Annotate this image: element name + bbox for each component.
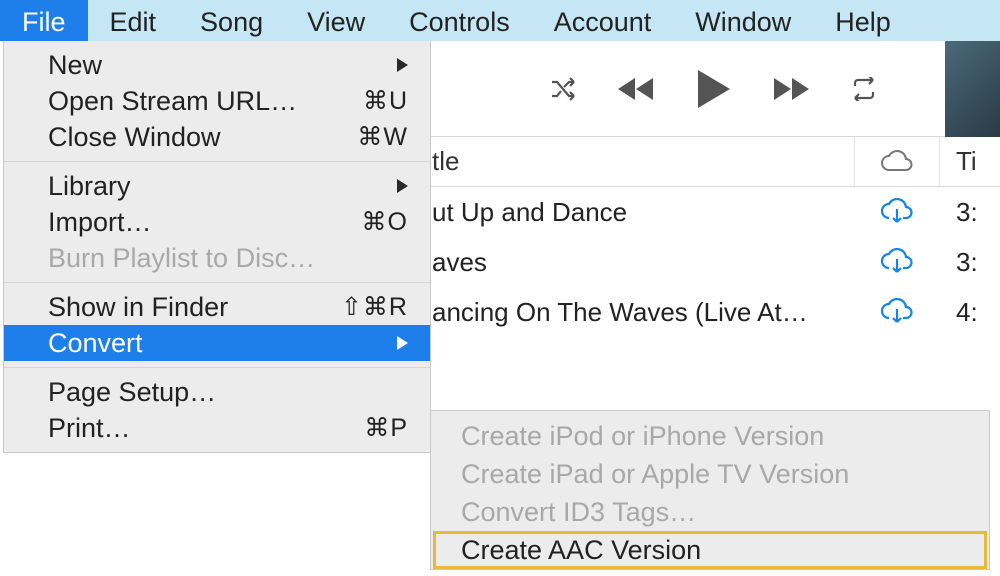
menu-item-show-finder[interactable]: Show in Finder ⇧⌘R bbox=[4, 289, 430, 325]
menu-window[interactable]: Window bbox=[673, 0, 813, 41]
player-controls bbox=[428, 41, 1000, 137]
row-time: 4: bbox=[940, 297, 1000, 328]
menu-item-label: Show in Finder bbox=[48, 292, 228, 323]
menu-item-label: Print… bbox=[48, 413, 131, 444]
row-time: 3: bbox=[940, 247, 1000, 278]
column-cloud[interactable] bbox=[854, 137, 940, 186]
table-row[interactable]: aves 3: bbox=[428, 237, 1000, 287]
menu-item-label: Create AAC Version bbox=[461, 535, 701, 566]
shuffle-icon[interactable] bbox=[550, 77, 578, 101]
shortcut: ⌘P bbox=[338, 413, 408, 443]
menu-item-close-window[interactable]: Close Window ⌘W bbox=[4, 119, 430, 155]
menu-item-label: Burn Playlist to Disc… bbox=[48, 243, 315, 274]
cloud-download-icon[interactable] bbox=[854, 298, 940, 326]
menu-item-label: Library bbox=[48, 171, 131, 202]
cloud-download-icon[interactable] bbox=[854, 248, 940, 276]
menu-controls[interactable]: Controls bbox=[387, 0, 532, 41]
menu-item-new[interactable]: New bbox=[4, 47, 430, 83]
menu-item-label: Convert bbox=[48, 328, 143, 359]
menu-item-label: Page Setup… bbox=[48, 377, 216, 408]
file-dropdown: New Open Stream URL… ⌘U Close Window ⌘W … bbox=[3, 41, 431, 453]
row-title: ancing On The Waves (Live At… bbox=[428, 297, 854, 328]
shortcut: ⌘O bbox=[338, 207, 408, 237]
chevron-right-icon bbox=[397, 58, 408, 72]
menu-item-open-stream[interactable]: Open Stream URL… ⌘U bbox=[4, 83, 430, 119]
menu-item-page-setup[interactable]: Page Setup… bbox=[4, 374, 430, 410]
menu-edit[interactable]: Edit bbox=[88, 0, 179, 41]
menu-item-label: Close Window bbox=[48, 122, 221, 153]
menu-item-label: Import… bbox=[48, 207, 152, 238]
menu-item-label: Open Stream URL… bbox=[48, 86, 297, 117]
rewind-icon[interactable] bbox=[616, 76, 656, 102]
submenu-item-id3: Convert ID3 Tags… bbox=[431, 493, 989, 531]
separator bbox=[4, 367, 430, 368]
album-art bbox=[945, 41, 1000, 137]
row-title: aves bbox=[428, 247, 854, 278]
repeat-icon[interactable] bbox=[850, 77, 878, 101]
play-icon[interactable] bbox=[694, 68, 734, 110]
menu-item-label: Create iPod or iPhone Version bbox=[461, 421, 824, 452]
menu-item-burn: Burn Playlist to Disc… bbox=[4, 240, 430, 276]
submenu-item-ipad: Create iPad or Apple TV Version bbox=[431, 455, 989, 493]
row-time: 3: bbox=[940, 197, 1000, 228]
menu-item-library[interactable]: Library bbox=[4, 168, 430, 204]
forward-icon[interactable] bbox=[772, 76, 812, 102]
shortcut: ⌘W bbox=[338, 122, 408, 152]
table-header: tle Ti bbox=[428, 137, 1000, 187]
menu-view[interactable]: View bbox=[285, 0, 387, 41]
menubar: File Edit Song View Controls Account Win… bbox=[0, 0, 1000, 41]
menu-item-label: New bbox=[48, 50, 102, 81]
table-row[interactable]: ancing On The Waves (Live At… 4: bbox=[428, 287, 1000, 337]
column-time[interactable]: Ti bbox=[940, 146, 1000, 177]
shortcut: ⇧⌘R bbox=[338, 292, 408, 322]
cloud-download-icon[interactable] bbox=[854, 198, 940, 226]
submenu-item-aac[interactable]: Create AAC Version bbox=[433, 531, 987, 569]
menu-item-import[interactable]: Import… ⌘O bbox=[4, 204, 430, 240]
column-title[interactable]: tle bbox=[428, 146, 854, 177]
menu-file[interactable]: File bbox=[0, 0, 88, 41]
convert-submenu: Create iPod or iPhone Version Create iPa… bbox=[430, 410, 990, 570]
menu-item-print[interactable]: Print… ⌘P bbox=[4, 410, 430, 446]
menu-account[interactable]: Account bbox=[532, 0, 674, 41]
submenu-item-ipod: Create iPod or iPhone Version bbox=[431, 417, 989, 455]
chevron-right-icon bbox=[397, 336, 408, 350]
menu-item-label: Convert ID3 Tags… bbox=[461, 497, 696, 528]
menu-item-label: Create iPad or Apple TV Version bbox=[461, 459, 849, 490]
menu-help[interactable]: Help bbox=[813, 0, 913, 41]
shortcut: ⌘U bbox=[338, 86, 408, 116]
menu-item-convert[interactable]: Convert bbox=[4, 325, 430, 361]
separator bbox=[4, 282, 430, 283]
menu-song[interactable]: Song bbox=[178, 0, 285, 41]
chevron-right-icon bbox=[397, 179, 408, 193]
separator bbox=[4, 161, 430, 162]
table-row[interactable]: ut Up and Dance 3: bbox=[428, 187, 1000, 237]
row-title: ut Up and Dance bbox=[428, 197, 854, 228]
